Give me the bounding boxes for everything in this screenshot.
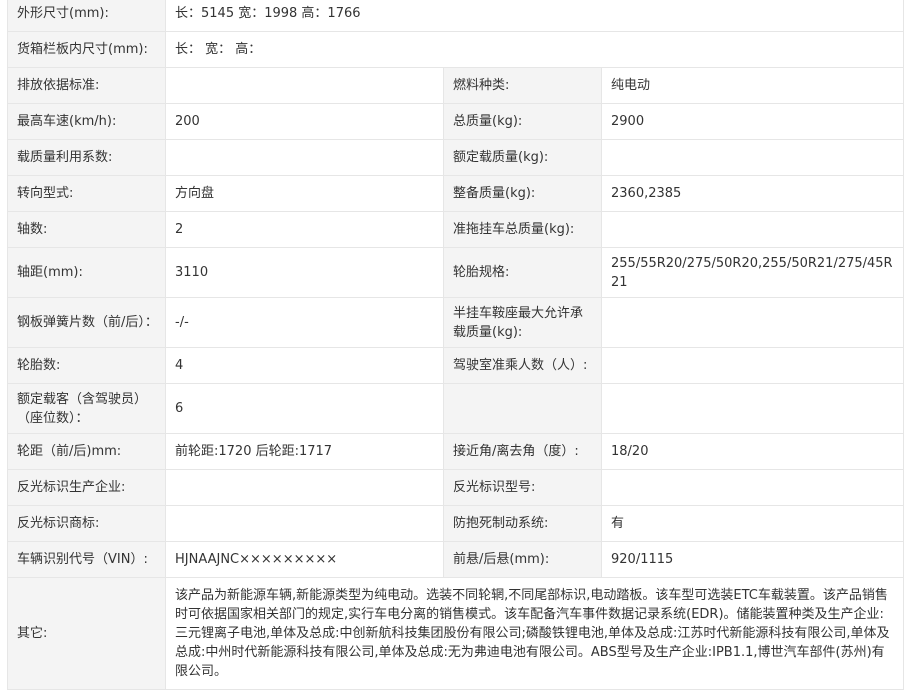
table-row: 轮胎数: 4 驾驶室准乘人数（人）: [7, 347, 905, 384]
spec-label: 防抱死制动系统: [443, 505, 602, 542]
spec-label: 钢板弹簧片数（前/后）： [7, 297, 166, 348]
spec-value [600, 211, 905, 248]
table-row: 轴数: 2 准拖挂车总质量(kg): [7, 211, 905, 248]
table-row: 最高车速(km/h): 200 总质量(kg): 2900 [7, 103, 905, 140]
spec-label: 接近角/离去角（度）: [443, 433, 602, 470]
spec-label: 整备质量(kg): [443, 175, 602, 212]
spec-value: 6 [165, 383, 444, 434]
spec-value: 方向盘 [165, 175, 444, 212]
spec-label: 额定载客（含驾驶员）（座位数）： [7, 383, 166, 434]
spec-label: 驾驶室准乘人数（人）: [443, 347, 602, 384]
spec-value: 纯电动 [600, 67, 905, 104]
spec-value [600, 347, 905, 384]
table-row: 钢板弹簧片数（前/后）： -/- 半挂车鞍座最大允许承载质量(kg): [7, 297, 905, 348]
spec-label: 轮胎规格: [443, 247, 602, 298]
spec-value: 2900 [600, 103, 905, 140]
spec-label: 准拖挂车总质量(kg): [443, 211, 602, 248]
spec-label: 燃料种类: [443, 67, 602, 104]
table-row: 货箱栏板内尺寸(mm): 长： 宽： 高： [7, 31, 905, 68]
spec-value [600, 139, 905, 176]
spec-value [600, 383, 905, 434]
table-row: 反光标识商标: 防抱死制动系统: 有 [7, 505, 905, 542]
spec-label: 最高车速(km/h): [7, 103, 166, 140]
table-row: 其它: 该产品为新能源车辆,新能源类型为纯电动。选装不同轮辋,不同尾部标识,电动… [7, 577, 905, 690]
spec-value: 3110 [165, 247, 444, 298]
table-row: 车辆识别代号（VIN）: HJNAAJNC××××××××× 前悬/后悬(mm)… [7, 541, 905, 578]
spec-label: 轴距(mm): [7, 247, 166, 298]
spec-value: 920/1115 [600, 541, 905, 578]
spec-label: 轮胎数: [7, 347, 166, 384]
table-row: 反光标识生产企业: 反光标识型号: [7, 469, 905, 506]
spec-label: 外形尺寸(mm): [7, 0, 166, 32]
spec-label: 其它: [7, 577, 166, 690]
spec-value [165, 67, 444, 104]
spec-value [600, 469, 905, 506]
spec-label: 额定载质量(kg): [443, 139, 602, 176]
spec-label: 总质量(kg): [443, 103, 602, 140]
spec-label: 半挂车鞍座最大允许承载质量(kg): [443, 297, 602, 348]
spec-value: 18/20 [600, 433, 905, 470]
spec-value [165, 139, 444, 176]
spec-label: 反光标识商标: [7, 505, 166, 542]
spec-value: -/- [165, 297, 444, 348]
spec-label: 轮距（前/后)mm: [7, 433, 166, 470]
table-row: 载质量利用系数: 额定载质量(kg): [7, 139, 905, 176]
spec-value: 长： 宽： 高： [164, 31, 905, 68]
spec-value [600, 297, 905, 348]
spec-label: 轴数: [7, 211, 166, 248]
spec-label: 排放依据标准: [7, 67, 166, 104]
spec-label [443, 383, 602, 434]
table-row: 外形尺寸(mm): 长：5145 宽：1998 高：1766 [7, 0, 905, 32]
table-row: 额定载客（含驾驶员）（座位数）： 6 [7, 383, 905, 434]
spec-value: 有 [600, 505, 905, 542]
spec-label: 车辆识别代号（VIN）: [7, 541, 166, 578]
spec-value: 前轮距:1720 后轮距:1717 [165, 433, 444, 470]
spec-value [165, 469, 444, 506]
table-row: 轴距(mm): 3110 轮胎规格: 255/55R20/275/50R20,2… [7, 247, 905, 298]
table-row: 轮距（前/后)mm: 前轮距:1720 后轮距:1717 接近角/离去角（度）:… [7, 433, 905, 470]
spec-label: 转向型式: [7, 175, 166, 212]
spec-value: HJNAAJNC××××××××× [165, 541, 444, 578]
spec-value: 2 [165, 211, 444, 248]
spec-label: 反光标识型号: [443, 469, 602, 506]
spec-value: 255/55R20/275/50R20,255/50R21/275/45R21 [600, 247, 905, 298]
table-row: 转向型式: 方向盘 整备质量(kg): 2360,2385 [7, 175, 905, 212]
spec-value: 长：5145 宽：1998 高：1766 [164, 0, 905, 32]
spec-label: 反光标识生产企业: [7, 469, 166, 506]
spec-value: 4 [165, 347, 444, 384]
spec-label: 载质量利用系数: [7, 139, 166, 176]
spec-value: 200 [165, 103, 444, 140]
spec-label: 前悬/后悬(mm): [443, 541, 602, 578]
spec-value: 2360,2385 [600, 175, 905, 212]
vehicle-spec-table: 外形尺寸(mm): 长：5145 宽：1998 高：1766 货箱栏板内尺寸(m… [7, 0, 905, 690]
spec-value [165, 505, 444, 542]
spec-label: 货箱栏板内尺寸(mm): [7, 31, 166, 68]
remarks-text: 该产品为新能源车辆,新能源类型为纯电动。选装不同轮辋,不同尾部标识,电动踏板。该… [164, 577, 905, 690]
table-row: 排放依据标准: 燃料种类: 纯电动 [7, 67, 905, 104]
